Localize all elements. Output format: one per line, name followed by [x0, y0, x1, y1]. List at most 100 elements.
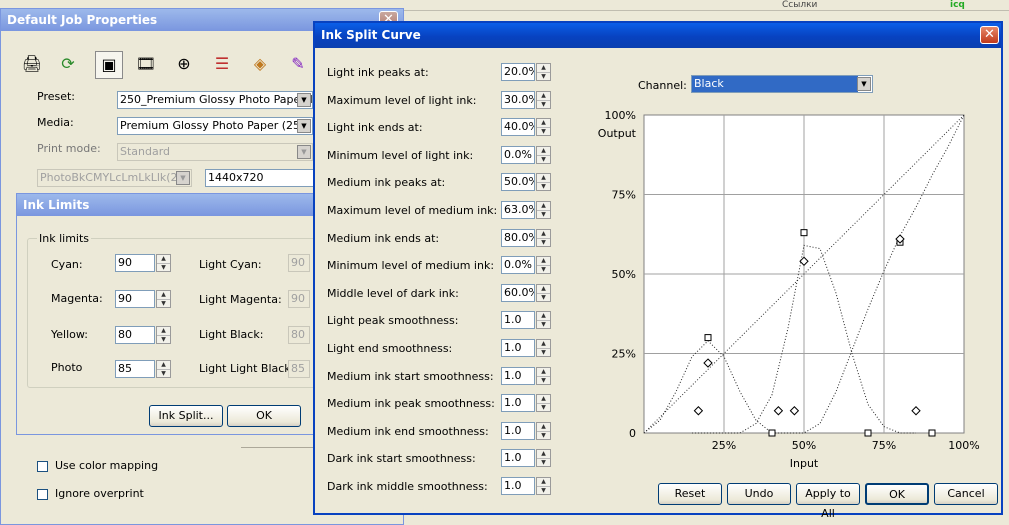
x-tick-label: 50%	[792, 439, 816, 452]
photo-input[interactable]: 85	[115, 360, 155, 378]
ink-limits-group-label: Ink limits	[37, 232, 92, 245]
param-input[interactable]: 1.0	[501, 366, 535, 385]
param-input[interactable]: 60.0%	[501, 283, 535, 302]
y-tick-label: 50%	[612, 268, 636, 281]
param-spinner[interactable]: ▲ ▼	[536, 421, 551, 440]
preset-select[interactable]: 250_Premium Glossy Photo Paper_P ▼	[117, 91, 313, 109]
light-light-black-label: Light Light Black:	[199, 362, 295, 375]
param-label: Medium ink ends at:	[327, 231, 440, 245]
ink-split-button[interactable]: Ink Split...	[149, 405, 223, 427]
param-input[interactable]: 1.0	[501, 339, 535, 357]
ignore-overprint-checkbox[interactable]	[37, 489, 48, 500]
yellow-spinner[interactable]: ▲ ▼	[156, 326, 171, 344]
magenta-input[interactable]: 90	[115, 290, 155, 308]
print-settings-icon[interactable]: 🖨	[19, 51, 45, 77]
param-input[interactable]: 1.0	[501, 449, 535, 468]
reset-button[interactable]: Reset	[658, 483, 722, 505]
param-spinner[interactable]: ▲ ▼	[536, 90, 551, 109]
target-icon[interactable]: ⊕	[171, 51, 197, 77]
square-marker	[928, 429, 936, 437]
ok-button[interactable]: OK	[865, 483, 929, 505]
param-spinner[interactable]: ▲ ▼	[536, 394, 551, 413]
param-spinner[interactable]: ▲ ▼	[536, 173, 551, 192]
param-value: 1.0	[504, 451, 522, 465]
param-spinner[interactable]: ▲ ▼	[536, 311, 551, 330]
param-input[interactable]: 80.0%	[501, 228, 535, 247]
param-input[interactable]: 40.0%	[501, 118, 535, 137]
layers-icon[interactable]: ◈	[247, 51, 273, 77]
preset-label: Preset:	[37, 90, 76, 103]
cyan-input[interactable]: 90	[115, 254, 155, 272]
param-value: 1.0	[504, 313, 522, 327]
light-cyan-input[interactable]: 90	[288, 254, 310, 272]
param-input[interactable]: 1.0	[501, 311, 535, 330]
param-spinner[interactable]: ▲ ▼	[536, 283, 551, 302]
param-spinner[interactable]: ▲ ▼	[536, 256, 551, 275]
param-spinner[interactable]: ▲ ▼	[536, 228, 551, 247]
light-cyan-label: Light Cyan:	[199, 258, 262, 271]
yellow-input[interactable]: 80	[115, 326, 155, 344]
param-input[interactable]: 20.0%	[501, 63, 535, 81]
film-icon[interactable]: 🎞	[133, 51, 159, 77]
param-input[interactable]: 1.0	[501, 394, 535, 413]
cancel-label: Cancel	[947, 487, 985, 500]
print-mode-select[interactable]: Standard ▼	[117, 143, 313, 161]
print-mode-label: Print mode:	[37, 142, 101, 155]
resolution-field[interactable]: 1440x720	[205, 169, 315, 187]
param-spinner[interactable]: ▲ ▼	[536, 118, 551, 137]
param-input[interactable]: 1.0	[501, 477, 535, 495]
param-value: 63.0%	[504, 203, 534, 216]
light-magenta-input[interactable]: 90	[288, 290, 310, 308]
param-input[interactable]: 30.0%	[501, 90, 535, 109]
media-select[interactable]: Premium Glossy Photo Paper (250) ▼	[117, 117, 313, 135]
param-label: Medium ink peaks at:	[327, 176, 446, 190]
param-spinner[interactable]: ▲ ▼	[536, 145, 551, 164]
ink-set-select[interactable]: PhotoBkCMYLcLmLkLlk(2b ▼	[37, 169, 192, 187]
param-spinner[interactable]: ▲ ▼	[536, 449, 551, 468]
color-bars-icon[interactable]: ☰	[209, 51, 235, 77]
param-label: Minimum level of light ink:	[327, 148, 474, 162]
apply-to-all-button[interactable]: Apply to All	[796, 483, 860, 520]
y-tick-label: 75%	[612, 189, 636, 202]
param-label: Light ink ends at:	[327, 121, 423, 135]
param-input[interactable]: 63.0%	[501, 201, 535, 219]
links-bar[interactable]: Ссылки	[760, 0, 910, 10]
default-job-title: Default Job Properties	[7, 13, 158, 27]
magenta-spinner[interactable]: ▲ ▼	[156, 290, 171, 308]
param-input[interactable]: 50.0%	[501, 173, 535, 192]
resolution-value: 1440x720	[208, 171, 264, 184]
brush-icon[interactable]: ✎	[285, 51, 311, 77]
cancel-button[interactable]: Cancel	[934, 483, 998, 505]
param-spinner[interactable]: ▲ ▼	[536, 366, 551, 385]
param-label: Dark ink start smoothness:	[327, 452, 476, 466]
param-input[interactable]: 1.0	[501, 421, 535, 440]
channel-select[interactable]: Black ▼	[691, 75, 873, 93]
photo-spinner[interactable]: ▲ ▼	[156, 360, 171, 378]
light-black-value: 80	[291, 328, 305, 341]
square-marker	[864, 429, 872, 437]
param-spinner[interactable]: ▲ ▼	[536, 63, 551, 81]
use-color-mapping-checkbox[interactable]	[37, 461, 48, 472]
param-spinner[interactable]: ▲ ▼	[536, 339, 551, 357]
ink-limits-title: Ink Limits	[23, 198, 90, 212]
ink-limits-ok-button[interactable]: OK	[227, 405, 301, 427]
close-icon[interactable]: ✕	[980, 26, 999, 44]
photo-label: Photo	[51, 361, 83, 374]
links-label: Ссылки	[782, 0, 818, 10]
param-spinner[interactable]: ▲ ▼	[536, 201, 551, 219]
square-marker	[800, 229, 808, 237]
refresh-icon[interactable]: ⟳	[55, 51, 81, 77]
color-page-icon[interactable]: ▣	[95, 51, 123, 79]
param-value: 60.0%	[504, 285, 534, 299]
yellow-value: 80	[118, 328, 132, 341]
cyan-spinner[interactable]: ▲ ▼	[156, 254, 171, 272]
cyan-label: Cyan:	[51, 258, 83, 271]
param-input[interactable]: 0.0%	[501, 145, 535, 164]
light-light-black-input[interactable]: 85	[288, 360, 310, 378]
undo-button[interactable]: Undo	[727, 483, 791, 505]
param-spinner[interactable]: ▲ ▼	[536, 477, 551, 495]
ink-limits-window: Ink Limits Ink limits Cyan: 90 ▲ ▼ Magent…	[16, 193, 329, 435]
param-input[interactable]: 0.0%	[501, 256, 535, 275]
light-black-input[interactable]: 80	[288, 326, 310, 344]
icq-icon[interactable]: icq	[950, 0, 965, 10]
